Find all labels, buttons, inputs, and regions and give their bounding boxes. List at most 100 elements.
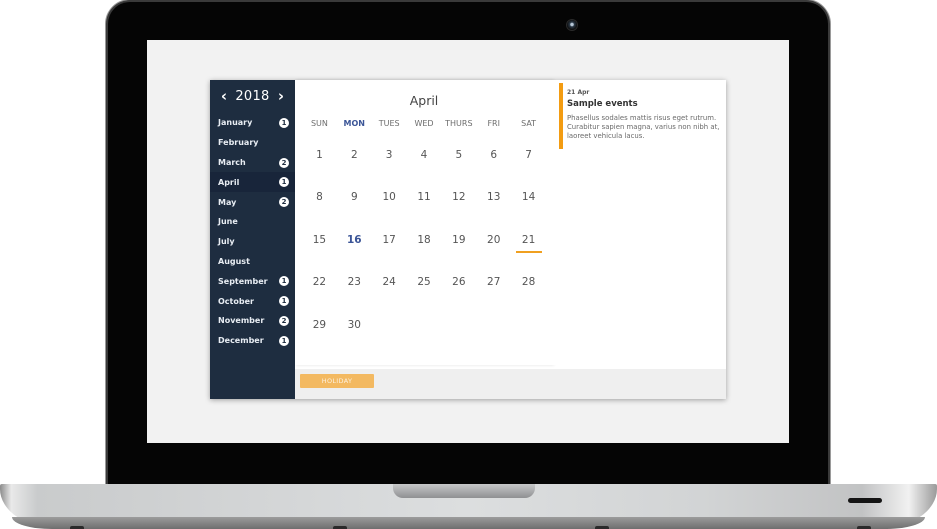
- day-cell[interactable]: 7: [511, 148, 546, 190]
- sidebar-month-september[interactable]: September 1: [210, 271, 295, 291]
- day-cell[interactable]: 20: [476, 233, 511, 275]
- day-cell[interactable]: 21: [511, 233, 546, 275]
- month-label: May: [218, 197, 237, 207]
- day-cell[interactable]: 19: [441, 233, 476, 275]
- legend-footer: HOLIDAY: [295, 369, 726, 399]
- day-cell[interactable]: 4: [407, 148, 442, 190]
- month-sidebar: ‹ 2018 › January 1 February March 2 April 1 May…: [210, 80, 295, 399]
- sidebar-month-june[interactable]: June: [210, 212, 295, 232]
- event-count-badge: 1: [279, 296, 289, 307]
- weekday-wed: WED: [414, 119, 434, 128]
- month-label: March: [218, 157, 246, 167]
- sidebar-month-july[interactable]: July: [210, 232, 295, 252]
- month-label: December: [218, 336, 264, 346]
- chevron-left-icon[interactable]: ‹: [218, 88, 230, 104]
- day-cell[interactable]: 22: [302, 275, 337, 317]
- sidebar-month-november[interactable]: November 2: [210, 311, 295, 331]
- day-cell[interactable]: 9: [337, 190, 372, 232]
- day-cell[interactable]: 15: [302, 233, 337, 275]
- chevron-right-icon[interactable]: ›: [275, 88, 287, 104]
- day-cell[interactable]: 1: [302, 148, 337, 190]
- sidebar-month-october[interactable]: October 1: [210, 291, 295, 311]
- event-count-badge: 1: [279, 177, 289, 188]
- month-label: January: [218, 118, 253, 128]
- event-count-badge: 1: [279, 335, 289, 346]
- events-panel: 21 Apr Sample events Phasellus sodales m…: [553, 80, 726, 365]
- month-label: November: [218, 316, 265, 326]
- day-cell[interactable]: 13: [476, 190, 511, 232]
- laptop-screen: ‹ 2018 › January 1 February March 2 April 1 May…: [147, 40, 789, 443]
- calendar-app: ‹ 2018 › January 1 February March 2 April 1 May…: [210, 80, 726, 399]
- day-grid: 1 2 3 4 5 6 7 8 9 10 11 12 13 14 15 16 17 18 19 20 21 22 23 24 2…: [302, 148, 546, 360]
- day-cell[interactable]: 17: [372, 233, 407, 275]
- event-date: 21 Apr: [567, 89, 590, 96]
- event-count-badge: 1: [279, 118, 289, 128]
- event-title: Sample events: [567, 99, 638, 109]
- weekday-sun: SUN: [310, 119, 328, 128]
- weekday-sat: SAT: [521, 119, 537, 128]
- day-cell[interactable]: 27: [476, 275, 511, 317]
- month-label: June: [218, 217, 238, 227]
- year-label: 2018: [235, 88, 270, 104]
- month-label: August: [218, 256, 250, 266]
- sidebar-month-december[interactable]: December 1: [210, 331, 295, 351]
- day-cell[interactable]: 25: [407, 275, 442, 317]
- month-label: September: [218, 276, 268, 286]
- week-row: 15 16 17 18 19 20 21: [302, 233, 546, 275]
- day-cell[interactable]: 2: [337, 148, 372, 190]
- empty-day-cell: [441, 318, 476, 360]
- month-label: July: [218, 237, 235, 247]
- event-description: Phasellus sodales mattis risus eget rutr…: [567, 114, 720, 140]
- event-count-badge: 2: [279, 315, 289, 326]
- laptop-base: [0, 484, 937, 529]
- day-cell[interactable]: 8: [302, 190, 337, 232]
- week-row: 1234567: [302, 148, 546, 190]
- day-cell[interactable]: 23: [337, 275, 372, 317]
- day-cell[interactable]: 29: [302, 318, 337, 360]
- base-rim: [12, 517, 925, 529]
- month-view: April SUN MON TUES WED THURS FRI SAT 123456789…: [295, 80, 553, 365]
- week-row: 22 23 24 25 26 27 28: [302, 275, 546, 317]
- weekday-tues: TUES: [378, 119, 400, 128]
- empty-day-cell: [476, 318, 511, 360]
- day-cell[interactable]: 12: [441, 190, 476, 232]
- sidebar-month-august[interactable]: August: [210, 252, 295, 272]
- event-count-badge: 2: [279, 157, 289, 168]
- day-cell[interactable]: 30: [337, 318, 372, 360]
- event-count-badge: 2: [279, 197, 289, 208]
- lid-open-notch: [393, 484, 535, 498]
- empty-day-cell: [372, 318, 407, 360]
- sidebar-month-april[interactable]: April 1: [210, 172, 295, 193]
- day-cell[interactable]: 18: [407, 233, 442, 275]
- event-card[interactable]: 21 Apr Sample events Phasellus sodales m…: [559, 83, 723, 149]
- sidebar-month-may[interactable]: May 2: [210, 192, 295, 212]
- day-cell[interactable]: 28: [511, 275, 546, 317]
- month-label: February: [218, 138, 259, 148]
- status-light-icon: [848, 498, 882, 503]
- week-row: 8 9 10 11 12 13 14: [302, 190, 546, 232]
- month-label: October: [218, 296, 254, 306]
- day-cell[interactable]: 10: [372, 190, 407, 232]
- weekday-thurs: THURS: [445, 119, 473, 128]
- empty-day-cell: [407, 318, 442, 360]
- day-cell[interactable]: 3: [372, 148, 407, 190]
- day-cell[interactable]: 5: [441, 148, 476, 190]
- day-cell[interactable]: 11: [407, 190, 442, 232]
- day-cell[interactable]: 14: [511, 190, 546, 232]
- week-row: 29 30: [302, 318, 546, 360]
- day-cell[interactable]: 26: [441, 275, 476, 317]
- sidebar-month-february[interactable]: February: [210, 133, 295, 153]
- event-count-badge: 1: [279, 276, 289, 287]
- month-list: January 1 February March 2 April 1 May 2 June July…: [210, 113, 295, 351]
- sidebar-month-january[interactable]: January 1: [210, 113, 295, 133]
- day-cell[interactable]: 16: [337, 233, 372, 275]
- year-navigator: ‹ 2018 ›: [210, 80, 295, 112]
- weekday-mon: MON: [343, 119, 366, 128]
- sidebar-month-march[interactable]: March 2: [210, 153, 295, 173]
- day-cell[interactable]: 24: [372, 275, 407, 317]
- event-color-bar: [559, 83, 563, 149]
- holiday-legend-tag: HOLIDAY: [300, 374, 374, 388]
- camera-icon: [567, 20, 577, 30]
- month-title: April: [409, 93, 439, 108]
- day-cell[interactable]: 6: [476, 148, 511, 190]
